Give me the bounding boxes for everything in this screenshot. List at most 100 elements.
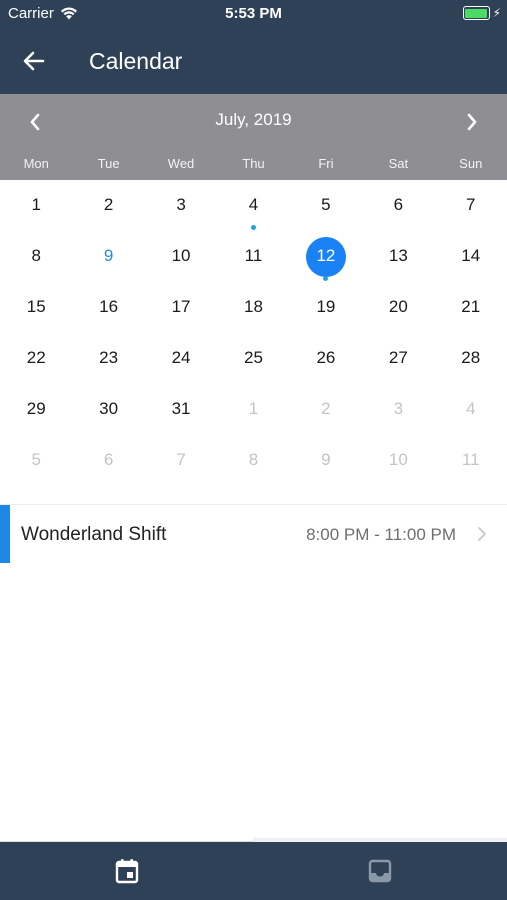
event-time: 8:00 PM - 11:00 PM (306, 525, 456, 544)
calendar-day-outside[interactable]: 1 (217, 384, 289, 435)
battery-icon (462, 6, 490, 20)
weekday-header-row: Mon Tue Wed Thu Fri Sat Sun (0, 150, 507, 180)
calendar-day-outside[interactable]: 11 (435, 435, 507, 486)
calendar-week-row: 29 30 31 1 2 3 4 (0, 384, 507, 435)
day-number: 1 (248, 399, 259, 418)
calendar-day[interactable]: 7 (435, 180, 507, 231)
calendar-day-outside[interactable]: 6 (72, 435, 144, 486)
calendar-day[interactable]: 5 (290, 180, 362, 231)
calendar-day[interactable]: 17 (145, 282, 217, 333)
calendar-day-outside[interactable]: 3 (362, 384, 434, 435)
day-number: 2 (321, 399, 331, 418)
calendar-day[interactable]: 29 (0, 384, 72, 435)
calendar-day[interactable]: 11 (217, 231, 289, 282)
calendar-day[interactable]: 13 (362, 231, 434, 282)
event-dot-indicator (250, 225, 256, 230)
bottom-tab-bar (0, 842, 507, 900)
calendar-day[interactable]: 14 (435, 231, 507, 282)
app-bar: Calendar (0, 28, 507, 94)
calendar-day[interactable]: 3 (145, 180, 217, 231)
status-bar: Carrier 5:53 PM ⚡ (0, 0, 507, 28)
calendar-day[interactable]: 25 (217, 333, 289, 384)
calendar-day[interactable]: 1 (0, 180, 72, 231)
calendar-day[interactable]: 27 (362, 333, 434, 384)
chevron-right-icon (478, 527, 486, 541)
day-number: 9 (103, 246, 114, 265)
calendar-day[interactable]: 4 (217, 180, 289, 231)
calendar-day-outside[interactable]: 9 (290, 435, 362, 486)
calendar-day[interactable]: 26 (290, 333, 362, 384)
tab-inbox[interactable] (254, 842, 507, 900)
day-number: 4 (248, 195, 259, 214)
day-number: 3 (176, 195, 186, 214)
calendar-day[interactable]: 9 (72, 231, 144, 282)
calendar-day[interactable]: 10 (145, 231, 217, 282)
day-number: 8 (248, 450, 259, 469)
calendar-week-row: 22 23 24 25 26 27 28 (0, 333, 507, 384)
chevron-right-icon (467, 113, 477, 131)
calendar-day-outside[interactable]: 4 (435, 384, 507, 435)
day-number: 7 (466, 195, 476, 214)
event-title: Wonderland Shift (21, 524, 167, 545)
weekday-label: Mon (23, 156, 49, 171)
calendar-day[interactable]: 15 (0, 282, 72, 333)
calendar-day[interactable]: 6 (362, 180, 434, 231)
calendar-day[interactable]: 18 (217, 282, 289, 333)
day-number: 6 (393, 195, 404, 214)
calendar-day[interactable]: 20 (362, 282, 434, 333)
day-number: 29 (26, 399, 46, 418)
day-number: 30 (99, 399, 119, 418)
calendar-day[interactable]: 22 (0, 333, 72, 384)
day-number: 12 (316, 246, 336, 265)
day-number: 15 (26, 297, 46, 316)
calendar-day[interactable]: 19 (290, 282, 362, 333)
calendar-day-outside[interactable]: 2 (290, 384, 362, 435)
calendar-day-outside[interactable]: 8 (217, 435, 289, 486)
calendar-day[interactable]: 30 (72, 384, 144, 435)
calendar-week-row: 8 9 10 11 12 13 14 (0, 231, 507, 282)
calendar-day-outside[interactable]: 5 (0, 435, 72, 486)
next-month-button[interactable] (457, 108, 487, 136)
arrow-left-icon (23, 51, 45, 71)
day-number: 16 (99, 297, 119, 316)
calendar-day-outside[interactable]: 7 (145, 435, 217, 486)
weekday-label: Thu (242, 156, 265, 171)
calendar-day[interactable]: 23 (72, 333, 144, 384)
calendar-day[interactable]: 24 (145, 333, 217, 384)
calendar-header: July, 2019 Mon Tue Wed Thu Fri Sat Sun (0, 94, 507, 180)
calendar-day[interactable]: 16 (72, 282, 144, 333)
day-number: 17 (171, 297, 191, 316)
day-number: 23 (99, 348, 119, 367)
day-number: 24 (171, 348, 191, 367)
calendar-day-grid: 1 2 3 4 5 6 7 8 9 10 11 12 13 14 15 16 17 18 19 20 21 22 23 24 2… (0, 180, 507, 486)
charging-bolt-icon: ⚡ (492, 6, 501, 20)
weekday-label: Sun (459, 156, 483, 171)
back-button[interactable] (18, 46, 50, 76)
day-number: 11 (461, 450, 480, 469)
month-label: July, 2019 (215, 110, 292, 129)
day-number: 5 (321, 195, 331, 214)
event-list-item[interactable]: Wonderland Shift 8:00 PM - 11:00 PM (0, 505, 507, 563)
calendar-day[interactable]: 8 (0, 231, 72, 282)
calendar-day[interactable]: 31 (145, 384, 217, 435)
calendar-day[interactable]: 21 (435, 282, 507, 333)
day-number: 27 (388, 348, 408, 367)
weekday-label: Sat (388, 156, 409, 171)
day-number: 25 (244, 348, 263, 367)
status-time: 5:53 PM (225, 5, 282, 22)
tab-calendar[interactable] (0, 842, 254, 900)
day-number: 22 (26, 348, 46, 367)
day-number: 9 (321, 450, 331, 469)
weekday-label: Tue (97, 156, 120, 171)
page-title: Calendar (89, 48, 183, 74)
calendar-week-row: 15 16 17 18 19 20 21 (0, 282, 507, 333)
calendar-day[interactable]: 2 (72, 180, 144, 231)
day-number: 5 (31, 450, 41, 469)
calendar-day-outside[interactable]: 10 (362, 435, 434, 486)
calendar-day-selected[interactable]: 12 (290, 231, 362, 282)
inbox-icon (369, 859, 392, 883)
calendar-day[interactable]: 28 (435, 333, 507, 384)
day-number: 10 (171, 246, 191, 265)
day-number: 3 (393, 399, 404, 418)
calendar-week-row: 5 6 7 8 9 10 11 (0, 435, 507, 486)
